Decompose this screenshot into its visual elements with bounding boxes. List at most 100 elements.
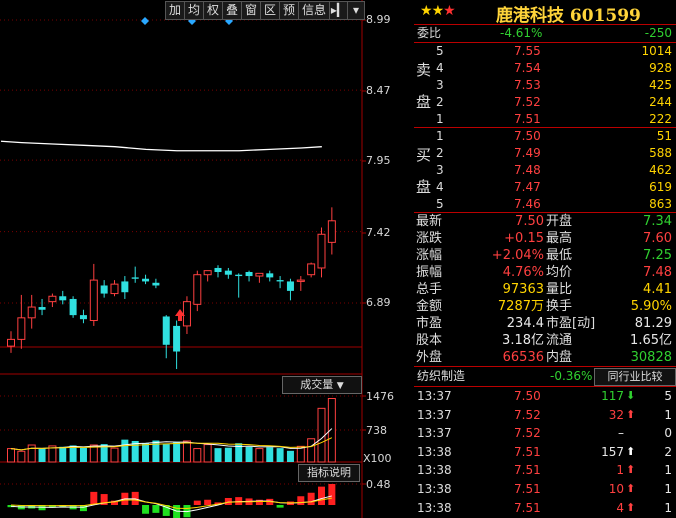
indicator-bar [318,486,325,505]
bid-level: 1 [436,129,444,143]
ask-price: 7.55 [514,44,541,58]
tick-volume: 157 [601,444,624,459]
ask-level: 2 [436,95,444,109]
quote-row: 振幅 4.76% 均价 7.48 [414,264,676,281]
tick-price: 7.52 [514,426,541,441]
candle-body [266,273,274,278]
volume-select[interactable]: 成交量 ▼ [282,376,362,394]
ask-level: 4 [436,61,444,75]
indicator-help-button[interactable]: 指标说明 [298,464,360,482]
arrow-up-icon: ⬆ [626,482,636,495]
divider [414,366,676,367]
quote-value: 1.65亿 [630,333,672,348]
tick-time: 13:38 [417,500,452,515]
buy-side-label: 盘 [416,178,432,196]
candle-body [59,296,67,301]
arrow-up-icon: ⬆ [626,463,636,477]
bid-level-row: 4 7.47 619 [414,179,676,196]
tick-volume: 10 [608,482,624,496]
ask-level-row: 2 7.52 244 [414,94,676,111]
sell-side-label: 盘 [416,93,432,111]
ask-price: 7.54 [514,61,541,75]
rights-button[interactable]: 权 [203,1,223,20]
star-icon: ★ [431,3,445,19]
candle-body [152,282,160,286]
tick-count: 1 [664,463,672,478]
sell-side-label: 卖 [416,61,432,79]
candle-body [110,283,119,295]
triangle-down-icon[interactable]: ▾ [347,1,365,20]
ask-price: 7.51 [514,112,541,126]
ma-line [0,140,322,152]
bid-level-row: 5 7.46 863 [414,196,676,213]
quote-label: 最高 [546,231,573,246]
menu-collapse-icon[interactable]: ▸▎ [329,1,348,20]
volume-bar [162,444,170,462]
volume-bar [266,447,274,462]
price-axis-label: 8.47 [366,84,391,97]
candle-body [162,316,170,345]
indicator-axis-label: 0.48 [366,478,391,491]
candle-body [142,278,150,282]
bid-price: 7.46 [514,197,541,211]
tick-count: 1 [664,482,672,496]
indicator-bar [193,500,201,505]
info-button[interactable]: 信息 [298,1,330,20]
tick-time: 13:37 [417,389,452,403]
stock-title: 鹿港科技 601599 [496,6,641,26]
quote-value: 7.25 [643,248,672,263]
bid-price: 7.48 [514,163,541,177]
volume-bar [203,444,212,463]
stock-header: ★★★ 鹿港科技 601599 [414,0,676,26]
candle-body [27,306,36,319]
event-marker-icon [141,17,149,25]
tick-row: 13:38 7.51 4 ⬆ 1 [414,499,676,517]
tick-row: 13:37 7.50 117 ⬇ 5 [414,387,676,405]
volume-bar [193,448,202,463]
range-button[interactable]: 区 [260,1,280,20]
candle-body [245,272,253,277]
overlay-button[interactable]: 叠 [222,1,242,20]
forecast-button[interactable]: 预 [279,1,299,20]
candle-body [276,280,284,282]
tick-count: 1 [664,407,672,422]
quote-row: 股本 3.18亿 流通 1.65亿 [414,332,676,349]
weibi-pct: -4.61% [500,26,543,40]
volume-bar [245,446,253,462]
price-axis-label: 7.42 [366,226,391,239]
bid-level-row: 2 7.49 588 [414,145,676,162]
indicator-bar [328,484,336,505]
tick-time: 13:38 [417,482,452,496]
quote-label: 总手 [416,282,443,297]
candle-body [307,263,316,276]
indicator-bar [152,505,160,513]
candle-body [79,315,87,320]
bid-volume: 588 [649,146,672,160]
indicator-bar [142,505,150,514]
window-button[interactable]: 窗 [241,1,261,20]
tick-count: 1 [664,500,672,515]
candle-body [182,301,191,327]
add-button[interactable]: 加 [165,1,185,20]
volume-bar [142,443,150,462]
industry-compare-button[interactable]: 同行业比较 [594,368,676,386]
weibi-diff: -250 [644,26,672,40]
ask-level-row: 4 7.54 928 [414,60,676,77]
quote-value: 66536 [502,350,544,365]
ask-level-row: 5 7.55 1014 [414,43,676,60]
tick-price: 7.51 [514,482,541,496]
kline-chart[interactable] [0,0,414,518]
candle-body [203,270,212,276]
ask-price: 7.53 [514,78,541,92]
volume-axis-label: 1476 [366,390,394,403]
bid-volume: 863 [649,197,672,211]
tick-count: 2 [664,444,672,459]
tick-time: 13:38 [417,463,452,478]
weibi-row: 委比 -4.61% -250 [414,25,676,42]
volume-bar [255,448,264,463]
average-button[interactable]: 均 [184,1,204,20]
quote-label: 市盈[动] [546,316,596,331]
volume-bar [38,448,46,462]
quote-row: 涨跌 +0.15 最高 7.60 [414,230,676,247]
tick-price: 7.51 [514,444,541,459]
